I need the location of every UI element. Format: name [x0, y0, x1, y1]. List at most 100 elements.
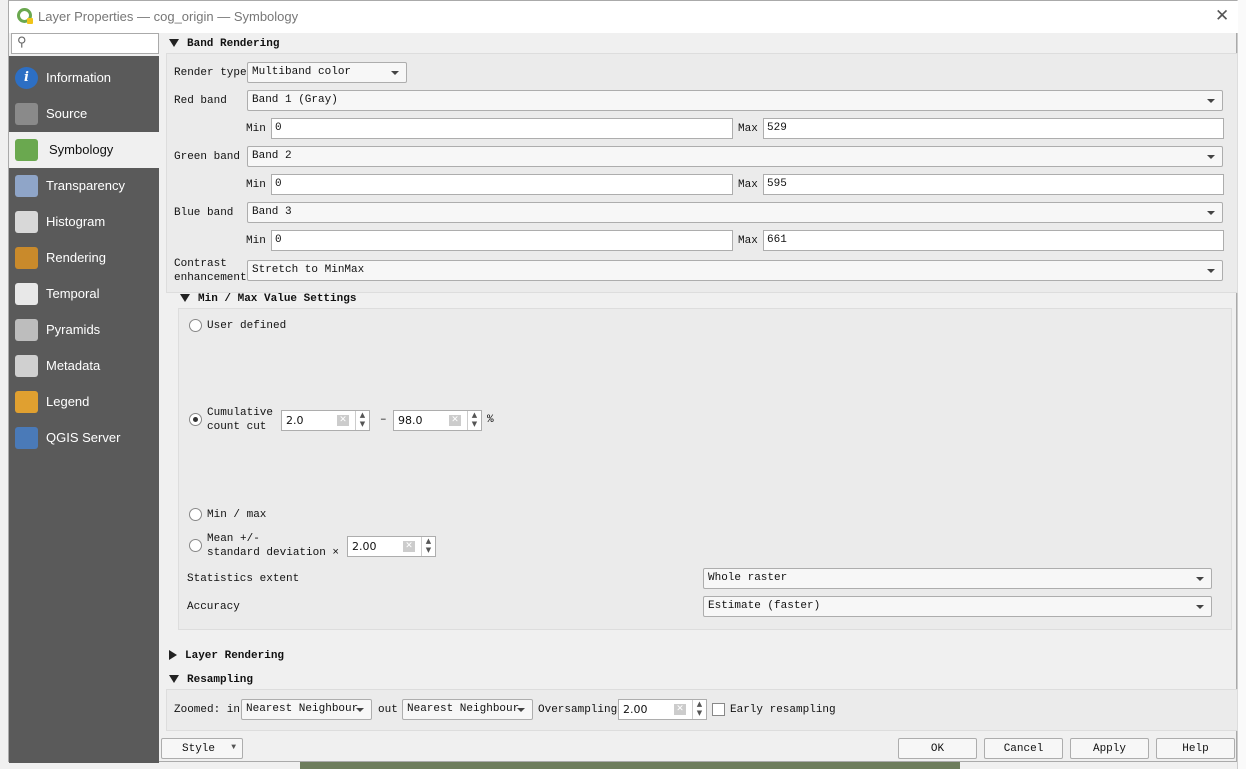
expand-arrow-icon	[169, 650, 177, 661]
pyramids-icon	[15, 319, 38, 341]
sidebar-item-qgis-server[interactable]: QGIS Server	[9, 420, 159, 456]
green-band-select[interactable]: Band 2	[247, 146, 1223, 167]
close-icon[interactable]: ✕	[1215, 6, 1229, 26]
mean-label: Mean +/-	[207, 533, 260, 545]
clear-icon[interactable]: ✕	[337, 415, 349, 426]
section-band-rendering[interactable]: Band Rendering	[169, 38, 279, 50]
blue-band-select[interactable]: Band 3	[247, 202, 1223, 223]
sidebar-item-label: Symbology	[49, 142, 114, 157]
information-icon: i	[15, 67, 38, 89]
legend-icon	[15, 391, 38, 413]
blue-max-input[interactable]: 661	[763, 230, 1224, 251]
background-window	[1237, 0, 1246, 769]
section-minmax-settings[interactable]: Min / Max Value Settings	[180, 293, 356, 305]
sidebar-item-transparency[interactable]: Transparency	[9, 168, 159, 204]
green-min-label: Min	[246, 179, 266, 191]
percent-label: %	[487, 414, 494, 426]
spin-arrows-icon[interactable]: ▲ ▼	[355, 411, 369, 430]
search-input[interactable]: ⚲	[11, 33, 159, 54]
statistics-extent-label: Statistics extent	[187, 573, 300, 585]
layer-properties-dialog: Layer Properties — cog_origin — Symbolog…	[8, 0, 1238, 763]
metadata-icon	[15, 355, 38, 377]
cumulative-label: Cumulative	[207, 407, 274, 419]
clear-icon[interactable]: ✕	[449, 415, 461, 426]
accuracy-select[interactable]: Estimate (faster)	[703, 596, 1212, 617]
cumulative-label-2: count cut	[207, 421, 267, 433]
spin-arrows-icon[interactable]: ▲ ▼	[467, 411, 481, 430]
sidebar: i Information Source Symbology Transparency H…	[9, 56, 159, 763]
background-map	[300, 762, 960, 769]
red-band-label: Red band	[174, 95, 227, 107]
cut-low-spinbox[interactable]: 2.0 ✕ ▲ ▼	[281, 410, 370, 431]
temporal-icon	[15, 283, 38, 305]
user-defined-radio[interactable]	[189, 319, 202, 332]
section-title: Resampling	[187, 674, 254, 686]
spin-arrows-icon[interactable]: ▲ ▼	[692, 700, 706, 719]
blue-band-label: Blue band	[174, 207, 234, 219]
sidebar-item-histogram[interactable]: Histogram	[9, 204, 159, 240]
search-icon: ⚲	[17, 35, 27, 50]
window-title: Layer Properties — cog_origin — Symbolog…	[38, 9, 299, 24]
sidebar-item-temporal[interactable]: Temporal	[9, 276, 159, 312]
sidebar-item-label: Histogram	[46, 214, 106, 229]
band-rendering-panel	[166, 53, 1238, 293]
early-resampling-label: Early resampling	[730, 704, 836, 716]
spin-arrows-icon[interactable]: ▲ ▼	[421, 537, 435, 556]
sidebar-item-metadata[interactable]: Metadata	[9, 348, 159, 384]
red-max-label: Max	[738, 123, 758, 135]
render-type-label: Render type	[174, 67, 247, 79]
zoomed-out-select[interactable]: Nearest Neighbour	[402, 699, 533, 720]
section-layer-rendering[interactable]: Layer Rendering	[169, 650, 284, 662]
render-type-select[interactable]: Multiband color	[247, 62, 407, 83]
cancel-button[interactable]: Cancel	[984, 738, 1063, 759]
sidebar-item-legend[interactable]: Legend	[9, 384, 159, 420]
sidebar-item-label: Source	[46, 106, 88, 121]
sidebar-item-label: Legend	[46, 394, 90, 409]
statistics-extent-select[interactable]: Whole raster	[703, 568, 1212, 589]
stddev-spinbox[interactable]: 2.00 ✕ ▲ ▼	[347, 536, 436, 557]
green-max-label: Max	[738, 179, 758, 191]
source-icon	[15, 103, 38, 125]
help-button[interactable]: Help	[1156, 738, 1235, 759]
cumulative-count-cut-radio[interactable]	[189, 413, 202, 426]
sidebar-item-source[interactable]: Source	[9, 96, 159, 132]
red-min-input[interactable]: 0	[271, 118, 733, 139]
sidebar-item-information[interactable]: i Information	[9, 60, 159, 96]
early-resampling-checkbox[interactable]	[712, 703, 725, 716]
style-menu-button[interactable]: Style ▼	[161, 738, 243, 759]
mean-stddev-radio[interactable]	[189, 539, 202, 552]
contrast-label: Contrast	[174, 258, 227, 270]
min-max-radio[interactable]	[189, 508, 202, 521]
ok-button[interactable]: OK	[898, 738, 977, 759]
green-min-input[interactable]: 0	[271, 174, 733, 195]
contrast-enhancement-select[interactable]: Stretch to MinMax	[247, 260, 1223, 281]
section-resampling[interactable]: Resampling	[169, 674, 253, 686]
accuracy-label: Accuracy	[187, 601, 240, 613]
oversampling-spinbox[interactable]: 2.00 ✕ ▲ ▼	[618, 699, 707, 720]
section-title: Layer Rendering	[185, 650, 285, 662]
apply-button[interactable]: Apply	[1070, 738, 1149, 759]
cut-low-value: 2.0	[286, 414, 304, 427]
collapse-arrow-icon	[169, 39, 179, 48]
sidebar-item-symbology[interactable]: Symbology	[9, 132, 159, 168]
blue-min-input[interactable]: 0	[271, 230, 733, 251]
rendering-icon	[15, 247, 38, 269]
sidebar-item-pyramids[interactable]: Pyramids	[9, 312, 159, 348]
main-panel: Band Rendering Render type Multiband col…	[164, 33, 1238, 733]
cut-high-spinbox[interactable]: 98.0 ✕ ▲ ▼	[393, 410, 482, 431]
section-title: Band Rendering	[187, 38, 280, 50]
sidebar-item-label: Metadata	[46, 358, 101, 373]
red-band-select[interactable]: Band 1 (Gray)	[247, 90, 1223, 111]
zoomed-in-select[interactable]: Nearest Neighbour	[241, 699, 372, 720]
sidebar-item-label: Pyramids	[46, 322, 101, 337]
clear-icon[interactable]: ✕	[403, 541, 415, 552]
sidebar-item-rendering[interactable]: Rendering	[9, 240, 159, 276]
zoomed-in-label: Zoomed: in	[174, 704, 241, 716]
mean-label-2: standard deviation ×	[207, 547, 340, 559]
red-min-label: Min	[246, 123, 266, 135]
green-max-input[interactable]: 595	[763, 174, 1224, 195]
red-max-input[interactable]: 529	[763, 118, 1224, 139]
clear-icon[interactable]: ✕	[674, 704, 686, 715]
histogram-icon	[15, 211, 38, 233]
sidebar-item-label: Temporal	[46, 286, 100, 301]
